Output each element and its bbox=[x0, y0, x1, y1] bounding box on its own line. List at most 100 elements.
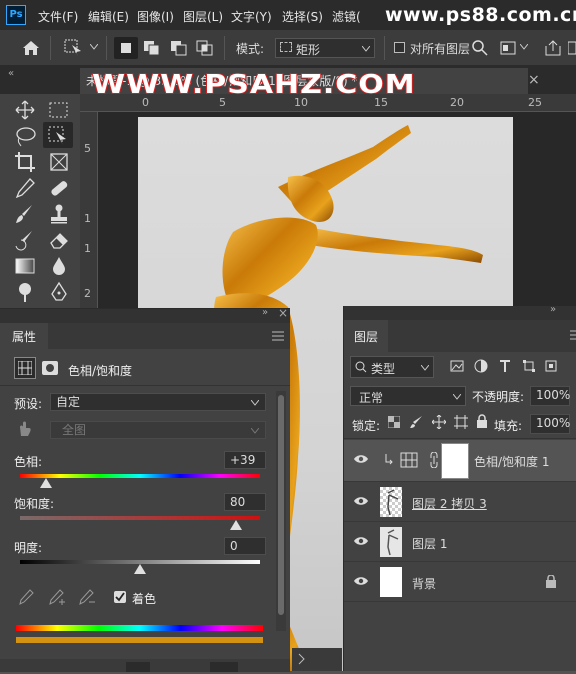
crop-tool-icon[interactable] bbox=[12, 150, 38, 174]
sample-all-checkbox[interactable] bbox=[394, 42, 405, 53]
filter-pixel-icon[interactable] bbox=[450, 359, 464, 373]
layer-name[interactable]: 图层 2 拷贝 3 bbox=[412, 495, 487, 512]
close-tab-icon[interactable]: × bbox=[528, 72, 540, 88]
eyedropper-icon[interactable] bbox=[18, 589, 34, 605]
lock-image-pixels-icon[interactable] bbox=[410, 415, 424, 429]
eraser-tool-icon[interactable] bbox=[46, 228, 72, 252]
tab-properties[interactable]: 属性 bbox=[0, 323, 48, 349]
eyedropper-subtract-icon[interactable] bbox=[78, 589, 96, 605]
hue-slider-track[interactable] bbox=[20, 474, 260, 478]
layer-row[interactable]: 背景 bbox=[344, 562, 576, 602]
new-selection-button[interactable] bbox=[114, 37, 138, 59]
filter-adjustment-icon[interactable] bbox=[474, 359, 488, 373]
lightness-value-field[interactable]: 0 bbox=[224, 537, 266, 555]
add-selection-icon[interactable] bbox=[143, 40, 161, 56]
blur-tool-icon[interactable] bbox=[46, 254, 72, 278]
lock-position-icon[interactable] bbox=[432, 415, 446, 429]
clone-stamp-tool-icon[interactable] bbox=[46, 202, 72, 226]
lock-icon bbox=[546, 575, 556, 588]
close-panel-icon[interactable]: × bbox=[278, 306, 288, 320]
colorize-checkbox[interactable] bbox=[114, 591, 126, 603]
lightness-slider-thumb[interactable] bbox=[134, 564, 146, 574]
fill-field[interactable]: 100% bbox=[530, 414, 570, 434]
filter-type-icon[interactable] bbox=[498, 359, 512, 373]
gradient-tool-icon[interactable] bbox=[12, 254, 38, 278]
filter-smart-object-icon[interactable] bbox=[544, 359, 558, 373]
mode-select[interactable]: 矩形 bbox=[275, 38, 375, 58]
blend-mode-select[interactable]: 正常 bbox=[350, 386, 466, 406]
saturation-slider-thumb[interactable] bbox=[230, 520, 242, 530]
menu-edit[interactable]: 编辑(E) bbox=[88, 8, 129, 25]
target-adjust-hand-icon[interactable] bbox=[16, 419, 34, 437]
share-icon[interactable] bbox=[544, 40, 562, 56]
subtract-selection-icon[interactable] bbox=[170, 40, 188, 56]
photoshop-logo[interactable]: Ps bbox=[6, 5, 26, 25]
tab-layers[interactable]: 图层 bbox=[344, 320, 388, 352]
saturation-slider-track[interactable] bbox=[20, 516, 260, 520]
adjustment-title: 色相/饱和度 bbox=[68, 364, 133, 378]
dodge-tool-icon[interactable] bbox=[12, 280, 38, 304]
opacity-field[interactable]: 100% bbox=[530, 386, 570, 406]
pen-tool-icon[interactable] bbox=[46, 280, 72, 304]
visibility-eye-icon[interactable] bbox=[354, 536, 368, 546]
search-icon[interactable] bbox=[472, 40, 488, 56]
layer-row[interactable]: 色相/饱和度 1 bbox=[344, 440, 576, 482]
object-selection-tool-button[interactable] bbox=[43, 122, 73, 148]
menu-select[interactable]: 选择(S) bbox=[282, 8, 323, 25]
preset-select[interactable]: 自定 bbox=[50, 393, 266, 411]
move-tool-icon[interactable] bbox=[12, 98, 38, 122]
panel-menu-icon[interactable] bbox=[272, 331, 284, 341]
layers-panel-header: » bbox=[344, 304, 576, 320]
chevron-down-icon[interactable] bbox=[90, 44, 98, 50]
history-brush-tool-icon[interactable] bbox=[12, 228, 38, 252]
properties-scrollbar[interactable] bbox=[276, 391, 286, 631]
panel-menu-icon[interactable] bbox=[570, 330, 576, 340]
clipping-arrow-icon bbox=[385, 454, 393, 465]
canvas-scroll-control[interactable] bbox=[292, 648, 342, 671]
layer-name[interactable]: 背景 bbox=[412, 575, 436, 592]
lock-all-icon[interactable] bbox=[476, 414, 488, 428]
layer-row[interactable]: 图层 2 拷贝 3 bbox=[344, 482, 576, 522]
layer-mask-thumbnail[interactable] bbox=[441, 443, 469, 479]
lock-artboard-icon[interactable] bbox=[454, 415, 468, 429]
lasso-tool-icon[interactable] bbox=[12, 124, 38, 148]
workspace-icon[interactable] bbox=[500, 40, 516, 56]
mask-icon-button[interactable] bbox=[42, 361, 58, 375]
intersect-selection-icon[interactable] bbox=[196, 40, 214, 56]
home-icon[interactable] bbox=[22, 40, 40, 56]
input-color-bar bbox=[16, 625, 263, 631]
hue-slider-thumb[interactable] bbox=[40, 478, 53, 488]
layer-filter-select[interactable]: 类型 bbox=[350, 356, 434, 378]
collapse-panel-icon[interactable]: » bbox=[262, 307, 268, 318]
hue-value-field[interactable]: +39 bbox=[224, 451, 266, 469]
visibility-eye-icon[interactable] bbox=[354, 496, 368, 506]
menu-file[interactable]: 文件(F) bbox=[38, 8, 78, 25]
channel-select[interactable]: 全图 bbox=[50, 421, 266, 439]
marquee-preset-icon[interactable] bbox=[64, 39, 84, 57]
menu-type[interactable]: 文字(Y) bbox=[231, 8, 272, 25]
lock-transparent-icon[interactable] bbox=[388, 416, 400, 428]
menu-filter[interactable]: 滤镜( bbox=[332, 8, 361, 25]
collapse-toolbar-icon[interactable]: « bbox=[8, 68, 14, 79]
properties-tab-bar: 属性 bbox=[0, 323, 290, 349]
visibility-eye-icon[interactable] bbox=[354, 576, 368, 586]
brush-tool-icon[interactable] bbox=[12, 202, 38, 226]
menu-layer[interactable]: 图层(L) bbox=[183, 8, 223, 25]
layer-name[interactable]: 图层 1 bbox=[412, 535, 447, 552]
healing-brush-tool-icon[interactable] bbox=[46, 176, 72, 200]
adjustment-icon-button[interactable] bbox=[14, 357, 36, 379]
layer-row[interactable]: 图层 1 bbox=[344, 522, 576, 562]
marquee-tool-icon[interactable] bbox=[46, 98, 72, 122]
chevron-down-icon[interactable] bbox=[520, 44, 528, 50]
frame-tool-icon[interactable] bbox=[46, 150, 72, 174]
filter-shape-icon[interactable] bbox=[522, 359, 536, 373]
eyedropper-tool-icon[interactable] bbox=[12, 176, 38, 200]
visibility-eye-icon[interactable] bbox=[354, 454, 368, 464]
mask-link-icon[interactable] bbox=[428, 452, 440, 468]
layer-name[interactable]: 色相/饱和度 1 bbox=[474, 453, 550, 470]
eyedropper-add-icon[interactable] bbox=[48, 589, 66, 605]
menu-image[interactable]: 图像(I) bbox=[137, 8, 174, 25]
collapse-panel-icon[interactable]: » bbox=[550, 304, 556, 315]
overflow-icon[interactable] bbox=[568, 40, 576, 56]
saturation-value-field[interactable]: 80 bbox=[224, 493, 266, 511]
